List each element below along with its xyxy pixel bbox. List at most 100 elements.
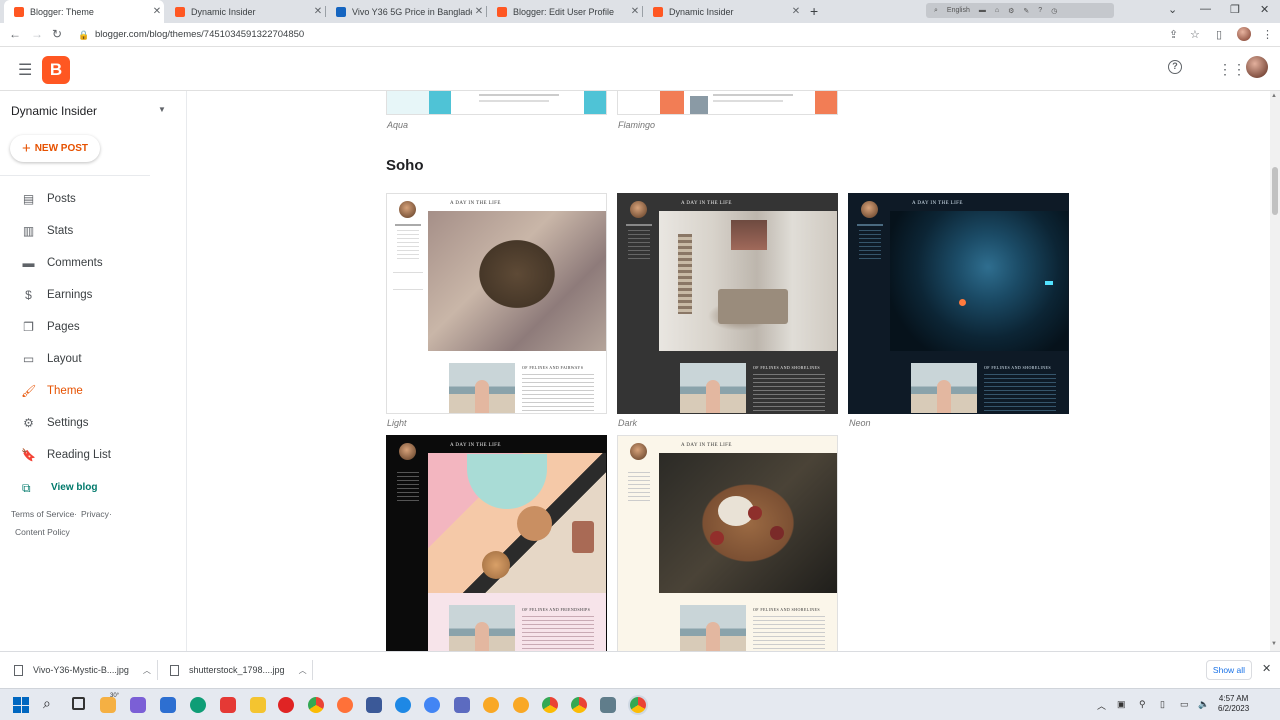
tray-icon[interactable]: ▣ [1117,699,1126,710]
app-icon[interactable] [600,697,616,713]
close-tab-icon[interactable]: ✕ [150,6,164,17]
help-icon[interactable]: ? [1168,60,1182,74]
scrollbar[interactable]: ▲ ▼ [1270,91,1280,651]
download-item[interactable]: shutterstock_1798....jpg ︿ [170,657,307,683]
bookmark-star-icon[interactable]: ☆ [1190,28,1200,41]
extension-icon[interactable]: ⌕ [934,7,938,15]
windows-start-icon[interactable] [13,697,29,713]
extension-tray[interactable]: ⌕ English ▬ ⌂ ⚙ ✎ ? ◷ [926,3,1114,18]
view-blog-link[interactable]: ⧉ View blog [0,479,180,499]
browser-tab[interactable]: Blogger: Edit User Profile ✕ [487,0,642,23]
sidebar-item-theme[interactable]: 🖌 Theme [0,377,180,405]
browser-menu-icon[interactable]: ⋮ [1262,28,1273,41]
restore-icon[interactable]: ❐ [1230,3,1240,16]
hamburger-menu-icon[interactable]: ☰ [18,60,32,80]
extension-icon[interactable]: ⚙ [1008,7,1014,15]
side-panel-icon[interactable]: ▯ [1216,28,1222,41]
close-tab-icon[interactable]: ✕ [789,6,803,17]
close-tab-icon[interactable]: ✕ [472,6,486,17]
opera-icon[interactable] [278,697,294,713]
close-window-icon[interactable]: ✕ [1260,3,1269,16]
sidebar-item-comments[interactable]: ▬ Comments [0,249,180,277]
scroll-down-icon[interactable]: ▼ [1271,641,1277,647]
sidebar-item-layout[interactable]: ▭ Layout [0,345,180,373]
search-icon[interactable]: ⌕ [43,695,59,711]
file-explorer-icon[interactable] [250,697,266,713]
theme-card-dark[interactable]: A DAY IN THE LIFE OF FELINES AND SHORELI… [617,193,838,414]
sidebar-item-pages[interactable]: ❐ Pages [0,313,180,341]
new-tab-icon[interactable]: + [810,3,818,19]
battery-icon[interactable]: ▯ [1160,699,1165,710]
chat-icon[interactable] [130,697,146,713]
chevron-up-icon[interactable]: ︿ [143,665,151,676]
extension-icon[interactable]: ⌂ [995,7,999,14]
app-icon[interactable] [366,697,382,713]
tab-search-icon[interactable]: ⌄ [1168,3,1177,16]
theme-card-light[interactable]: A DAY IN THE LIFE OF FELINES AND FAIRWAY… [386,193,607,414]
url-field[interactable]: blogger.com/blog/themes/7451034591322704… [95,29,304,40]
theme-card-flamingo[interactable] [617,91,838,115]
reload-icon[interactable]: ↻ [52,27,62,41]
content-policy-link[interactable]: Content Policy [15,527,70,537]
chevron-up-icon[interactable]: ︿ [299,665,307,676]
theme-card-pink[interactable]: A DAY IN THE LIFE OF FELINES AND FRIENDS… [386,435,607,651]
volume-icon[interactable]: 🔈 [1198,699,1209,710]
share-icon[interactable]: ⇪ [1169,28,1178,41]
app-icon[interactable] [424,697,440,713]
app-icon[interactable] [395,697,411,713]
weather-icon[interactable] [100,697,116,713]
app-icon[interactable] [220,697,236,713]
theme-card-aqua[interactable] [386,91,607,115]
system-clock[interactable]: 4:57 AM 6/2/2023 [1218,694,1249,714]
terms-link[interactable]: Terms of Service [11,509,74,519]
minimize-icon[interactable]: — [1200,3,1211,15]
show-all-button[interactable]: Show all [1206,660,1252,680]
new-post-button[interactable]: + NEW POST [10,135,100,162]
scroll-up-icon[interactable]: ▲ [1271,93,1277,99]
sidebar-item-earnings[interactable]: $ Earnings [0,281,180,309]
privacy-link[interactable]: Privacy [81,509,109,519]
sidebar-item-posts[interactable]: ▤ Posts [0,185,180,213]
clock-extension-icon[interactable]: ◷ [1051,7,1057,15]
blogger-logo[interactable]: B [42,56,70,84]
chrome-active-icon[interactable] [630,697,646,713]
mock-blog-title: A DAY IN THE LIFE [450,443,501,448]
browser-tab[interactable]: Dynamic Insider ✕ [643,0,803,23]
account-avatar[interactable] [1246,56,1268,78]
mail-icon[interactable] [160,697,176,713]
sidebar-item-reading-list[interactable]: 🔖 Reading List [0,441,180,469]
theme-card-cream[interactable]: A DAY IN THE LIFE OF FELINES AND SHORELI… [617,435,838,651]
network-icon[interactable]: ▭ [1180,699,1189,710]
chrome-icon[interactable] [308,697,324,713]
task-view-icon[interactable] [72,697,85,710]
help-extension-icon[interactable]: ? [1038,7,1042,14]
download-item[interactable]: Vivo-Y36-Mystic-B....jpg ︿ [14,657,151,683]
sidebar-item-stats[interactable]: ▥ Stats [0,217,180,245]
extension-icon[interactable]: ▬ [979,7,986,14]
tray-overflow-icon[interactable]: ︿ [1097,699,1106,712]
extension-icon[interactable]: ✎ [1023,7,1029,15]
close-tab-icon[interactable]: ✕ [628,6,642,17]
chrome-icon[interactable] [542,697,558,713]
tray-icon[interactable]: ⚲ [1139,699,1146,710]
app-icon[interactable] [513,697,529,713]
app-icon[interactable] [454,697,470,713]
browser-tab[interactable]: Vivo Y36 5G Price in Bangladesh ✕ [326,0,486,23]
app-icon[interactable] [483,697,499,713]
profile-avatar[interactable] [1237,27,1251,41]
lock-icon[interactable]: 🔒 [78,30,89,41]
forward-icon[interactable]: → [31,27,43,41]
scroll-thumb[interactable] [1272,167,1278,215]
blog-selector[interactable]: Dynamic Insider [11,104,97,118]
browser-tab[interactable]: Blogger: Theme ✕ [4,0,164,23]
close-tab-icon[interactable]: ✕ [311,6,325,17]
close-downloads-icon[interactable]: ✕ [1262,662,1271,675]
back-icon[interactable]: ← [9,27,21,41]
firefox-icon[interactable] [337,697,353,713]
chrome-icon[interactable] [571,697,587,713]
sidebar-item-settings[interactable]: ⚙ Settings [0,409,180,437]
caret-down-icon[interactable]: ▼ [158,105,166,114]
browser-tab[interactable]: Dynamic Insider ✕ [165,0,325,23]
theme-card-neon[interactable]: A DAY IN THE LIFE OF FELINES AND SHORELI… [848,193,1069,414]
edge-icon[interactable] [190,697,206,713]
